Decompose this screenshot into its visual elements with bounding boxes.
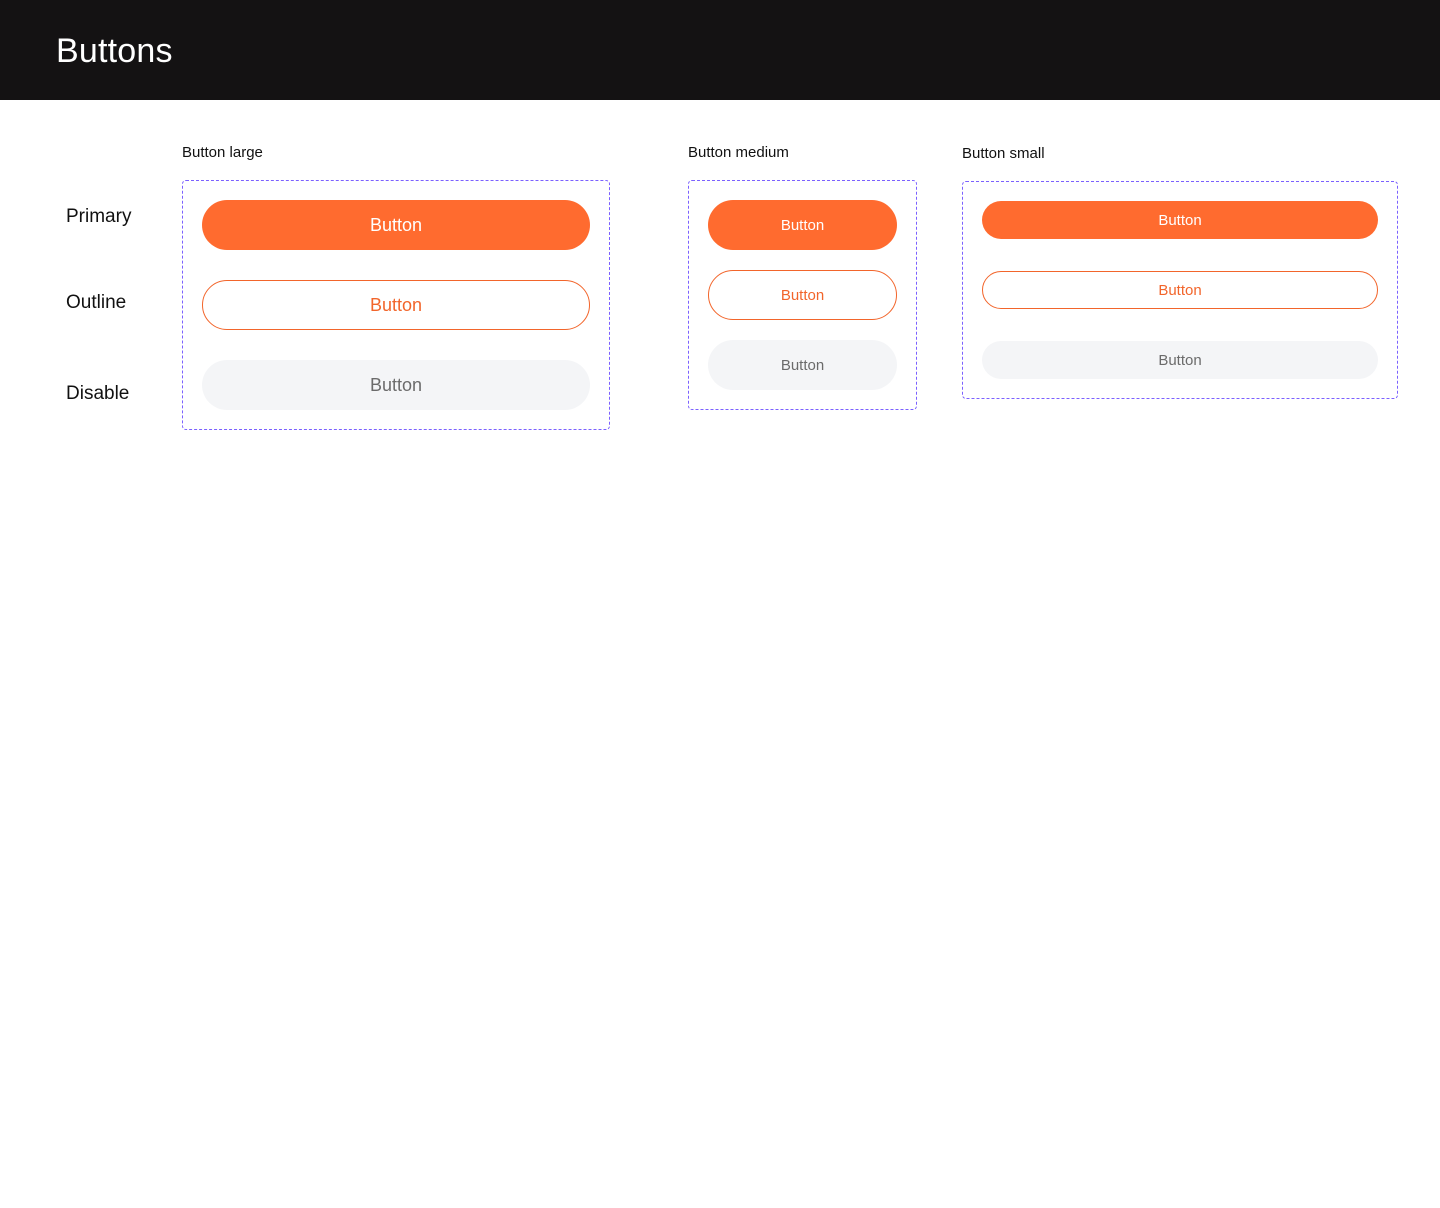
group-title-medium: Button medium <box>688 144 789 161</box>
row-label-primary: Primary <box>66 206 132 227</box>
row-label-outline: Outline <box>66 292 127 313</box>
primary-small-button[interactable]: Button <box>982 201 1378 239</box>
outline-medium-button[interactable]: Button <box>708 270 897 320</box>
disabled-large-button: Button <box>202 360 590 410</box>
group-title-small: Button small <box>962 145 1045 162</box>
outline-large-button[interactable]: Button <box>202 280 590 330</box>
page-title: Buttons <box>56 32 173 70</box>
row-label-disable: Disable <box>66 383 130 404</box>
disabled-medium-button: Button <box>708 340 897 390</box>
primary-medium-button[interactable]: Button <box>708 200 897 250</box>
group-title-large: Button large <box>182 144 263 161</box>
outline-small-button[interactable]: Button <box>982 271 1378 309</box>
disabled-small-button: Button <box>982 341 1378 379</box>
header-bar: Buttons <box>0 0 1440 100</box>
primary-large-button[interactable]: Button <box>202 200 590 250</box>
